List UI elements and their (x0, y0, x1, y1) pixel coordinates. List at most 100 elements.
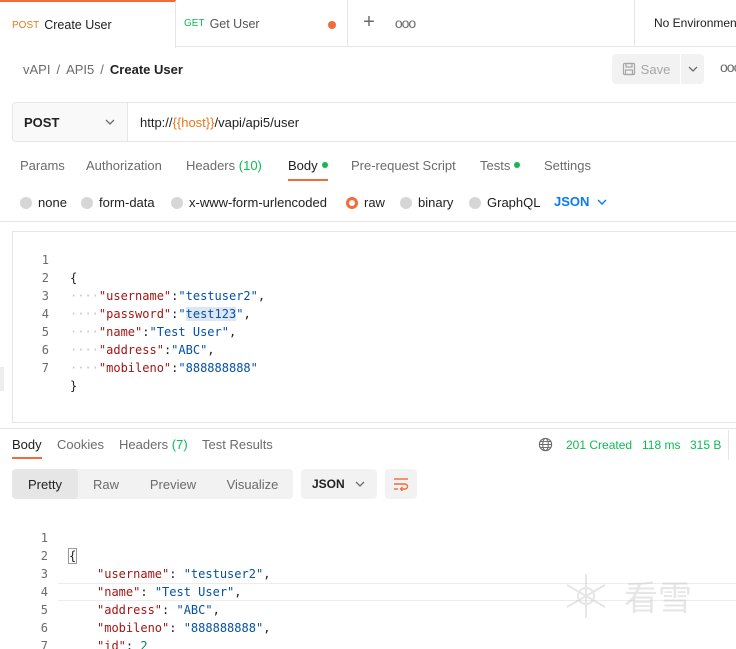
view-visualize[interactable]: Visualize (212, 469, 293, 499)
active-tab-underline (288, 179, 328, 181)
code-line: 5 ····"address":"ABC", (13, 305, 736, 357)
globe-icon[interactable] (538, 437, 553, 452)
url-input[interactable]: http://{{host}}/vapi/api5/user (128, 103, 736, 141)
radio-form-data[interactable]: form-data (81, 195, 155, 210)
divider (728, 430, 729, 460)
response-tab-body[interactable]: Body (12, 437, 42, 452)
chevron-down-icon (105, 119, 115, 125)
json-key: "id" (97, 639, 126, 649)
response-format-value: JSON (312, 477, 345, 491)
json-brace: } (70, 379, 78, 393)
http-method-select[interactable]: POST (13, 103, 128, 141)
radio-graphql[interactable]: GraphQL (469, 195, 540, 210)
body-indicator-dot (321, 162, 328, 168)
wrap-lines-button[interactable] (385, 469, 417, 499)
response-headers-count: (7) (171, 437, 188, 452)
response-tab-test-results[interactable]: Test Results (202, 437, 273, 452)
url-path: /vapi/api5/user (214, 114, 300, 130)
http-method-value: POST (24, 114, 60, 130)
save-label: Save (640, 61, 671, 77)
view-preview[interactable]: Preview (134, 469, 212, 499)
radio-label: binary (418, 195, 454, 210)
radio-none[interactable]: none (20, 195, 67, 210)
tab-settings[interactable]: Settings (544, 158, 591, 173)
response-format-select[interactable]: JSON (301, 469, 377, 499)
code-line: 6 ····"mobileno":"888888888" (13, 323, 736, 375)
request-body-editor[interactable]: 1 { 2 ····"username":"testuser2", 3 ····… (12, 231, 736, 423)
save-button-group: Save (612, 54, 704, 84)
tab-method-post: POST (12, 19, 40, 31)
json-value: "888888888" (178, 361, 258, 375)
radio-label: form-data (99, 195, 155, 210)
tab-method-get: GET (184, 18, 205, 29)
response-divider[interactable] (0, 428, 736, 429)
line-number: 7 (40, 639, 48, 649)
save-icon (622, 62, 635, 76)
page-title[interactable]: Create User (110, 62, 183, 77)
new-tab-button[interactable]: + (358, 12, 380, 34)
radio-raw[interactable]: raw (346, 195, 385, 210)
header-more-icon[interactable]: ooo (720, 59, 736, 75)
code-line: 4 ····"name":"Test User", (13, 287, 736, 339)
radio-circle (20, 196, 32, 209)
view-pretty[interactable]: Pretty (12, 469, 78, 499)
line-content: ····"mobileno":"888888888" (70, 361, 258, 375)
chevron-down-icon (355, 481, 365, 487)
unsaved-changes-dot (328, 21, 336, 29)
radio-x-www-form-urlencoded[interactable]: x-www-form-urlencoded (171, 195, 327, 210)
tab-get-user[interactable]: GET Get User (176, 0, 348, 47)
line-number: 7 (41, 361, 49, 375)
body-format-select[interactable]: JSON (554, 194, 607, 209)
response-time[interactable]: 118 ms (642, 438, 680, 452)
json-number-value: 2 (140, 639, 148, 649)
code-line: 2 ····"username":"testuser2", (13, 251, 736, 303)
save-options-button[interactable] (680, 54, 704, 84)
body-format-value: JSON (554, 194, 590, 209)
radio-circle (469, 196, 481, 209)
tab-create-user[interactable]: POST Create User (0, 0, 176, 48)
tab-body[interactable]: Body (288, 158, 328, 173)
response-tab-cookies[interactable]: Cookies (57, 437, 104, 452)
breadcrumb-separator: / (56, 61, 61, 77)
radio-label: x-www-form-urlencoded (189, 195, 327, 210)
divider (0, 221, 736, 222)
url-prefix: http:// (140, 114, 173, 130)
tab-params[interactable]: Params (20, 158, 65, 173)
chevron-down-icon (688, 66, 697, 72)
radio-label: raw (364, 195, 385, 210)
save-button[interactable]: Save (612, 54, 680, 84)
tab-label: Create User (44, 18, 112, 32)
tests-indicator-dot (514, 162, 521, 168)
tab-more-icon[interactable]: ooo (394, 12, 416, 34)
tab-authorization[interactable]: Authorization (86, 158, 162, 173)
response-tab-headers[interactable]: Headers (7) (119, 437, 188, 452)
tab-body-label: Body (288, 158, 318, 173)
tab-headers[interactable]: Headers (10) (186, 158, 262, 173)
breadcrumb-item-vapi[interactable]: vAPI (23, 62, 50, 77)
response-status[interactable]: 201 Created (566, 438, 632, 452)
headers-count: (10) (238, 158, 262, 173)
indent-dots: ···· (70, 361, 99, 375)
breadcrumb-item-api5[interactable]: API5 (66, 62, 94, 77)
tab-tests-label: Tests (480, 158, 511, 173)
code-line: 3 ····"password":"test123", (13, 269, 736, 321)
radio-circle-selected (346, 196, 358, 209)
kanxue-watermark-logo: 看雪 (566, 574, 692, 619)
response-tab-headers-label: Headers (119, 437, 169, 452)
url-variable-host[interactable]: {{host}} (173, 115, 215, 130)
radio-label: none (38, 195, 67, 210)
line-content: } (70, 377, 77, 395)
environment-select[interactable]: No Environment (634, 0, 736, 47)
response-size[interactable]: 315 B (690, 438, 721, 452)
tab-pre-request-script[interactable]: Pre-request Script (351, 158, 456, 173)
radio-binary[interactable]: binary (400, 195, 453, 210)
tab-tests[interactable]: Tests (480, 158, 521, 173)
view-raw[interactable]: Raw (78, 469, 134, 499)
body-type-options: none form-data x-www-form-urlencoded raw… (0, 190, 736, 214)
code-line: 3 "name": "Test User", (12, 547, 736, 599)
wrap-lines-icon (394, 478, 409, 491)
breadcrumb: vAPI / API5 / Create User (23, 61, 183, 77)
chevron-down-icon (597, 199, 607, 205)
sidebar-edge (0, 367, 4, 391)
request-tab-strip: POST Create User GET Get User + ooo No E… (0, 0, 736, 48)
